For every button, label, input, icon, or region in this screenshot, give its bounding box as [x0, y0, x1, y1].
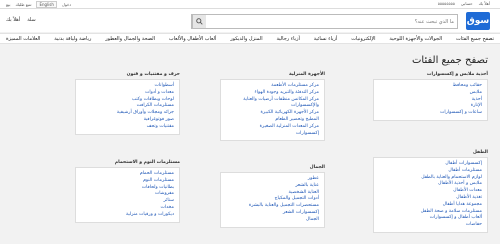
nav-item-mobiles[interactable]: الجوالات والأجهزة اللوحية: [389, 36, 442, 42]
category-list: إكسسوارات أطفال مستلزمات أطفال لوازم الا…: [373, 157, 488, 233]
category-link[interactable]: مخدات: [81, 205, 174, 212]
nav-item-home[interactable]: المنزل والديكور: [230, 36, 262, 42]
cart-link[interactable]: سلة: [27, 17, 36, 23]
category-link[interactable]: مقتنيات وتحف: [81, 124, 174, 131]
category-link[interactable]: معدات و أدوات: [81, 90, 174, 97]
category-title[interactable]: حرف و مقتنيات و فنون: [75, 72, 180, 77]
category-fashion: أحذية ملابس و إكسسوارات حقائب ومحافظ ملا…: [373, 72, 488, 121]
category-list: عطور عناية بالشعر العناية الشخصية أدوات …: [220, 172, 325, 228]
nav-item-all-categories[interactable]: تصفح جميع الفئات: [456, 36, 494, 42]
header-links: سلة أهلاً بك: [6, 17, 36, 23]
category-nav: تصفح جميع الفئات الجوالات والأجهزة اللوح…: [0, 33, 500, 44]
category-link[interactable]: أدوات التجميل والمكياج: [226, 196, 319, 203]
category-link[interactable]: معدات الأطفال: [379, 188, 482, 195]
nav-item-toys[interactable]: ألعاب الأطفال والألعاب: [169, 36, 216, 42]
category-link[interactable]: الجمال: [226, 217, 319, 224]
top-left-links: دخول English تتبع طلبك بيع: [6, 1, 71, 8]
category-link[interactable]: ستائر: [81, 198, 174, 205]
category-title[interactable]: الأجهزة المنزلية: [220, 72, 325, 77]
category-link[interactable]: مستلزمات الحمام: [81, 171, 174, 178]
category-link[interactable]: ألعاب أطفال و إكسسوارات: [379, 215, 482, 222]
top-utility-bar: أهلاً بك حسابي ٥٥٥٥٥٥٥٥ دخول English تتب…: [0, 0, 500, 9]
nav-item-brands[interactable]: العلامات المميزة: [6, 36, 40, 42]
category-link[interactable]: مركز الأجهزة الكهربائية الكبيرة: [226, 110, 320, 117]
category-link[interactable]: مجموعة هدايا أطفال: [379, 202, 482, 209]
category-link[interactable]: عطور: [226, 176, 319, 183]
page-title: تصفح جميع الفئات: [412, 55, 488, 66]
category-link[interactable]: عناية بالشعر: [226, 183, 319, 190]
nav-item-men-fashion[interactable]: أزياء رجالية: [276, 36, 299, 42]
category-crafts: حرف و مقتنيات و فنون أسطوانات معدات و أد…: [75, 72, 180, 135]
category-beauty: الجمال عطور عناية بالشعر العناية الشخصية…: [220, 165, 325, 228]
category-link[interactable]: ساعات و إكسسوارات: [379, 110, 482, 117]
greeting-link[interactable]: أهلاً بك: [479, 1, 490, 6]
category-link[interactable]: حقائب ومحافظ: [379, 83, 482, 90]
category-link[interactable]: جرائد ومجلات وأوراق أرشيفية: [81, 110, 174, 117]
sell-link[interactable]: بيع: [6, 2, 10, 7]
category-link[interactable]: حفاضات: [379, 222, 482, 229]
nav-item-electronics[interactable]: الإلكترونيات: [351, 36, 375, 42]
english-language-button[interactable]: English: [36, 1, 57, 8]
category-link[interactable]: إكسسوارات الشعر: [226, 210, 319, 217]
category-link[interactable]: مفروشات: [81, 191, 174, 198]
top-right-links: أهلاً بك حسابي ٥٥٥٥٥٥٥٥: [438, 1, 490, 6]
category-list: أسطوانات معدات و أدوات لوحات وبطاقات وكت…: [75, 79, 180, 135]
category-link[interactable]: ملابس: [379, 90, 482, 97]
search-bar: [191, 14, 458, 29]
category-link[interactable]: تغذية الأطفال: [379, 195, 482, 202]
category-baby: الطفل إكسسوارات أطفال مستلزمات أطفال لوا…: [373, 150, 488, 233]
nav-item-beauty[interactable]: الصحة والجمال والعطور: [105, 36, 155, 42]
search-input[interactable]: [206, 16, 457, 27]
search-icon: [196, 18, 203, 25]
category-link[interactable]: إكسسوارات أطفال: [379, 161, 482, 168]
welcome-link[interactable]: أهلاً بك: [6, 17, 20, 23]
category-title[interactable]: الطفل: [373, 150, 488, 155]
category-link[interactable]: مركز المعدات المنزلية الصغيرة: [226, 124, 319, 131]
search-button[interactable]: [192, 15, 206, 28]
category-bedding: مستلزمات النوم و الاستحمام مستلزمات الحم…: [75, 160, 180, 223]
category-link[interactable]: مستحضرات التجميل والعناية بالبشرة: [226, 203, 319, 210]
category-link[interactable]: مركز مستلزمات الأطعمة: [226, 83, 319, 90]
category-link[interactable]: أسطوانات: [81, 83, 174, 90]
category-title[interactable]: الجمال: [220, 165, 325, 170]
category-link[interactable]: أحذية: [379, 97, 482, 104]
category-list: مستلزمات الحمام مستلزمات النوم بطانيات و…: [75, 167, 180, 223]
account-link[interactable]: حسابي: [461, 1, 473, 6]
category-title[interactable]: أحذية ملابس و إكسسوارات: [373, 72, 488, 77]
category-link[interactable]: مركز التدفئة والتبريد وجودة الهواء: [226, 90, 319, 97]
category-list: حقائب ومحافظ ملابس أحذية الإنارة ساعات و…: [373, 79, 488, 121]
category-link[interactable]: إكسسوارات: [226, 131, 319, 138]
category-list: مركز مستلزمات الأطعمة مركز التدفئة والتب…: [220, 79, 325, 142]
souq-logo[interactable]: سوق: [466, 12, 490, 30]
category-appliances: الأجهزة المنزلية مركز مستلزمات الأطعمة م…: [220, 72, 325, 142]
category-title[interactable]: مستلزمات النوم و الاستحمام: [75, 160, 180, 165]
category-link[interactable]: مستلزمات أطفال: [379, 168, 482, 175]
nav-item-sports[interactable]: رياضة ولياقة بدنية: [54, 36, 91, 42]
nav-item-women-fashion[interactable]: أزياء نسائية: [314, 36, 338, 42]
phone-number: ٥٥٥٥٥٥٥٥: [437, 1, 455, 6]
category-link[interactable]: صور فوتوغرافية: [81, 117, 174, 124]
track-order-link[interactable]: تتبع طلبك: [15, 2, 31, 7]
category-link[interactable]: بطانيات ولحافات: [81, 185, 174, 192]
main-header: سوق سلة أهلاً بك: [0, 9, 500, 32]
category-link[interactable]: مستلزمات النوم: [81, 178, 174, 185]
category-link[interactable]: ديكورات و ورقيات منزلية: [81, 212, 174, 219]
login-link[interactable]: دخول: [62, 2, 71, 7]
category-link[interactable]: المطبخ وتحضير الطعام: [226, 117, 319, 124]
